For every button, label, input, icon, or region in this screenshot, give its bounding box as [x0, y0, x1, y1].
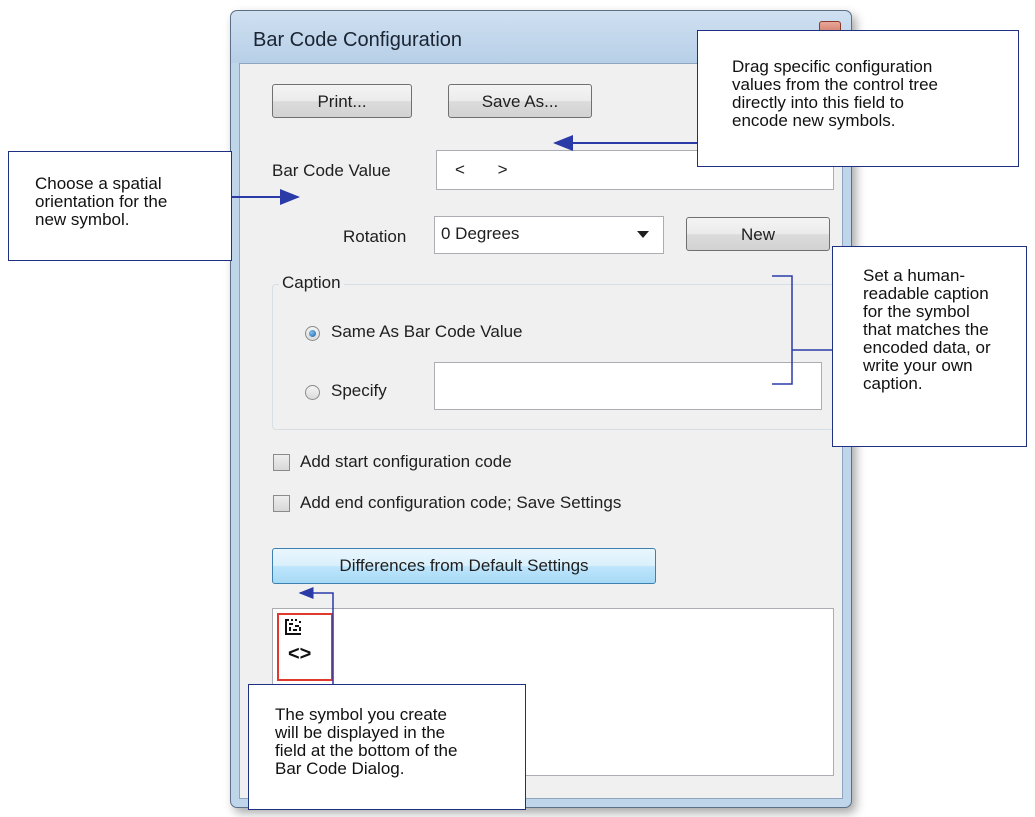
callout-text: Choose a spatial [35, 174, 162, 193]
callout-text: directly into this field to [732, 93, 904, 112]
callout-symbol-display: The symbol you create will be displayed … [248, 684, 526, 810]
callout-orientation: Choose a spatial orientation for the new… [8, 151, 232, 261]
callout-text: The symbol you create [275, 705, 447, 724]
callout-text: field at the bottom of the [275, 741, 458, 760]
callout-text: encode new symbols. [732, 111, 896, 130]
callout-text: that matches the [863, 320, 989, 339]
callout-text: Drag specific configuration [732, 57, 933, 76]
callout-text: for the symbol [863, 302, 970, 321]
callout-text: Bar Code Dialog. [275, 759, 405, 778]
callout-drag-values: Drag specific configuration values from … [697, 30, 1019, 167]
callout-text: encoded data, or [863, 338, 991, 357]
callout-text: orientation for the [35, 192, 168, 211]
callout-text: readable caption [863, 284, 989, 303]
callout-text: Set a human- [863, 266, 966, 285]
callout-text: write your own [863, 356, 973, 375]
callout-text: will be displayed in the [275, 723, 446, 742]
callout-text: caption. [863, 374, 923, 393]
callout-text: new symbol. [35, 210, 130, 229]
callout-caption: Set a human- readable caption for the sy… [832, 246, 1027, 447]
callout-text: values from the control tree [732, 75, 938, 94]
